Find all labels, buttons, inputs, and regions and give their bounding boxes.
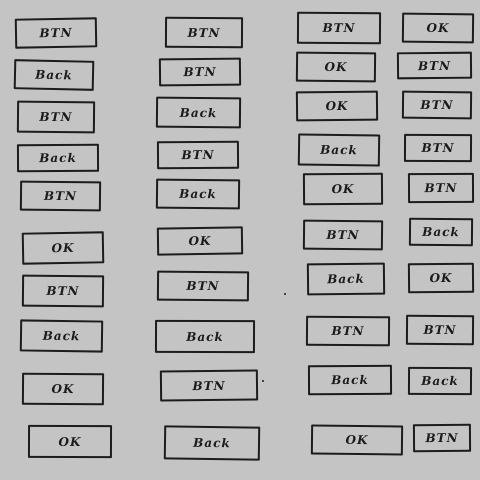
stray-mark-2: [262, 380, 264, 382]
btn-button[interactable]: BTN: [302, 219, 384, 251]
back-button[interactable]: Back: [155, 96, 242, 129]
ok-button[interactable]: OK: [310, 424, 404, 456]
button-label: Back: [39, 150, 77, 166]
button-label: BTN: [424, 180, 458, 196]
btn-button[interactable]: BTN: [156, 140, 240, 170]
back-button[interactable]: Back: [16, 143, 100, 173]
button-label: OK: [325, 98, 349, 114]
back-button[interactable]: Back: [155, 178, 241, 210]
btn-button[interactable]: BTN: [19, 180, 102, 212]
btn-button[interactable]: BTN: [305, 315, 391, 347]
btn-button[interactable]: BTN: [396, 51, 473, 80]
button-label: OK: [324, 59, 348, 75]
back-button[interactable]: Back: [163, 425, 261, 461]
sketch-canvas: BTN Back BTN Back BTN OK BTN Back OK OK BTN BTN Back…: [0, 0, 480, 480]
button-label: BTN: [423, 322, 457, 338]
button-label: OK: [51, 381, 75, 397]
button-label: BTN: [39, 109, 73, 125]
button-label: OK: [58, 434, 82, 449]
button-label: Back: [421, 373, 459, 389]
btn-button[interactable]: BTN: [403, 133, 473, 163]
btn-button[interactable]: BTN: [158, 57, 242, 87]
button-label: OK: [331, 181, 355, 197]
back-button[interactable]: Back: [306, 262, 386, 296]
button-label: BTN: [46, 283, 80, 299]
button-label: Back: [331, 372, 369, 388]
button-label: BTN: [39, 25, 73, 41]
btn-button[interactable]: BTN: [14, 17, 98, 49]
btn-button[interactable]: BTN: [296, 11, 382, 45]
button-label: OK: [345, 432, 369, 448]
button-label: OK: [429, 270, 453, 286]
button-label: BTN: [181, 147, 215, 163]
button-label: BTN: [425, 430, 459, 446]
button-label: BTN: [183, 64, 217, 80]
ok-button[interactable]: OK: [21, 231, 105, 265]
back-button[interactable]: Back: [307, 364, 393, 396]
ok-button[interactable]: OK: [27, 424, 113, 459]
button-label: BTN: [186, 278, 220, 294]
back-button[interactable]: Back: [407, 366, 473, 396]
button-label: BTN: [420, 97, 454, 113]
button-label: OK: [188, 233, 212, 249]
ok-button[interactable]: OK: [407, 262, 475, 294]
back-button[interactable]: Back: [297, 133, 381, 167]
button-label: OK: [51, 240, 75, 256]
button-label: BTN: [43, 188, 78, 204]
button-label: Back: [327, 271, 365, 287]
back-button[interactable]: Back: [408, 217, 474, 247]
button-label: BTN: [192, 378, 226, 393]
button-label: BTN: [322, 20, 356, 36]
button-label: BTN: [326, 227, 360, 243]
ok-button[interactable]: OK: [295, 51, 377, 83]
btn-button[interactable]: BTN: [401, 90, 473, 120]
button-label: BTN: [187, 25, 221, 40]
back-button[interactable]: Back: [19, 319, 104, 353]
button-label: Back: [42, 328, 81, 344]
button-label: OK: [426, 20, 450, 36]
btn-button[interactable]: BTN: [159, 369, 259, 402]
ok-button[interactable]: OK: [295, 90, 379, 122]
stray-mark-1: [284, 293, 286, 295]
btn-button[interactable]: BTN: [21, 274, 105, 308]
button-label: Back: [179, 105, 218, 120]
back-button[interactable]: Back: [154, 319, 256, 354]
button-label: Back: [193, 435, 231, 451]
ok-button[interactable]: OK: [156, 226, 244, 256]
button-label: Back: [422, 224, 460, 240]
ok-button[interactable]: OK: [21, 372, 105, 406]
btn-button[interactable]: BTN: [164, 16, 244, 49]
btn-button[interactable]: BTN: [407, 172, 475, 204]
btn-button[interactable]: BTN: [16, 100, 96, 134]
button-label: BTN: [417, 58, 452, 73]
ok-button[interactable]: OK: [401, 12, 475, 44]
button-label: Back: [179, 186, 217, 202]
btn-button[interactable]: BTN: [412, 423, 472, 453]
button-label: BTN: [421, 140, 455, 156]
button-label: BTN: [331, 323, 365, 339]
button-label: Back: [186, 329, 224, 344]
btn-button[interactable]: BTN: [405, 314, 475, 346]
button-label: Back: [320, 142, 358, 158]
button-label: Back: [35, 67, 73, 83]
btn-button[interactable]: BTN: [156, 270, 250, 302]
back-button[interactable]: Back: [13, 59, 95, 91]
ok-button[interactable]: OK: [302, 172, 384, 206]
